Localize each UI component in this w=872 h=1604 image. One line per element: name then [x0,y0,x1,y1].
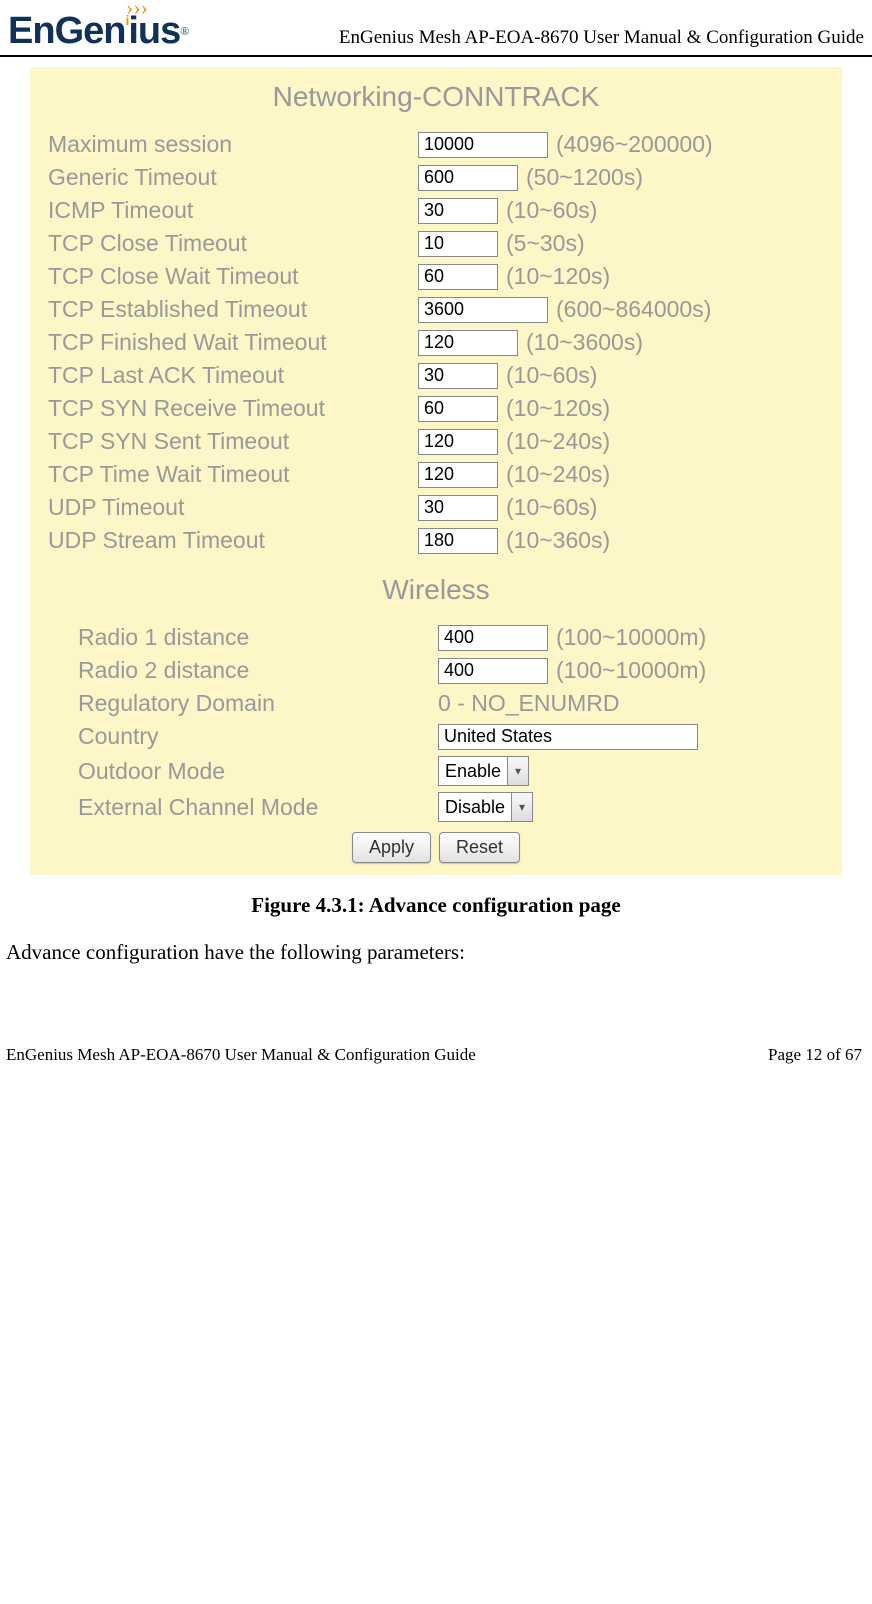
brand-logo: ››› EnGeniius® [8,10,189,53]
conntrack-input[interactable] [418,429,498,455]
conntrack-input[interactable] [418,231,498,257]
conntrack-label: TCP SYN Receive Timeout [48,395,418,422]
conntrack-input[interactable] [418,264,498,290]
conntrack-label: TCP SYN Sent Timeout [48,428,418,455]
conntrack-row: TCP SYN Sent Timeout (10~240s) [38,428,834,455]
conntrack-input[interactable] [418,297,548,323]
chevron-down-icon: ▾ [511,793,532,821]
conntrack-range: (10~120s) [506,395,610,422]
conntrack-range: (10~360s) [506,527,610,554]
figure-caption: Figure 4.3.1: Advance configuration page [0,893,872,918]
conntrack-range: (10~240s) [506,428,610,455]
conntrack-label: TCP Last ACK Timeout [48,362,418,389]
conntrack-row: Generic Timeout (50~1200s) [38,164,834,191]
radio1-range: (100~10000m) [556,624,706,651]
conntrack-row: TCP Close Wait Timeout (10~120s) [38,263,834,290]
reset-button[interactable]: Reset [439,832,520,863]
page-header: ››› EnGeniius® EnGenius Mesh AP-EOA-8670… [0,10,872,57]
conntrack-range: (4096~200000) [556,131,713,158]
config-panel: Networking-CONNTRACK Maximum session (409… [30,67,842,875]
conntrack-row: TCP Finished Wait Timeout (10~3600s) [38,329,834,356]
country-label: Country [48,723,438,750]
footer-left: EnGenius Mesh AP-EOA-8670 User Manual & … [6,1045,476,1065]
conntrack-range: (50~1200s) [526,164,643,191]
wifi-icon: ››› [126,4,148,12]
radio2-input[interactable] [438,658,548,684]
radio1-input[interactable] [438,625,548,651]
apply-button[interactable]: Apply [352,832,431,863]
chevron-down-icon: ▾ [507,757,528,785]
outdoor-select[interactable]: Enable ▾ [438,756,529,786]
conntrack-row: UDP Timeout (10~60s) [38,494,834,521]
logo-part-2: Gen [55,10,126,52]
conntrack-input[interactable] [418,132,548,158]
conntrack-rows: Maximum session (4096~200000) Generic Time… [38,131,834,554]
conntrack-row: Maximum session (4096~200000) [38,131,834,158]
page-footer: EnGenius Mesh AP-EOA-8670 User Manual & … [0,1045,872,1075]
conntrack-label: TCP Established Timeout [48,296,418,323]
body-text: Advance configuration have the following… [6,940,862,965]
conntrack-label: UDP Stream Timeout [48,527,418,554]
conntrack-row: TCP Established Timeout (600~864000s) [38,296,834,323]
conntrack-range: (5~30s) [506,230,585,257]
conntrack-input[interactable] [418,165,518,191]
conntrack-range: (10~120s) [506,263,610,290]
conntrack-label: TCP Close Timeout [48,230,418,257]
outdoor-label: Outdoor Mode [48,758,438,785]
conntrack-range: (10~60s) [506,362,597,389]
conntrack-row: TCP Last ACK Timeout (10~60s) [38,362,834,389]
conntrack-row: TCP Time Wait Timeout (10~240s) [38,461,834,488]
footer-right: Page 12 of 67 [768,1045,862,1065]
conntrack-label: TCP Close Wait Timeout [48,263,418,290]
conntrack-label: Generic Timeout [48,164,418,191]
conntrack-input[interactable] [418,330,518,356]
logo-part-1: En [8,10,55,52]
conntrack-input[interactable] [418,198,498,224]
conntrack-range: (10~240s) [506,461,610,488]
radio2-label: Radio 2 distance [48,657,438,684]
conntrack-range: (600~864000s) [556,296,711,323]
section-title-conntrack: Networking-CONNTRACK [38,81,834,113]
conntrack-row: TCP Close Timeout (5~30s) [38,230,834,257]
conntrack-row: ICMP Timeout (10~60s) [38,197,834,224]
conntrack-label: TCP Time Wait Timeout [48,461,418,488]
extchan-select-value: Disable [439,797,511,818]
conntrack-input[interactable] [418,363,498,389]
conntrack-label: TCP Finished Wait Timeout [48,329,418,356]
conntrack-input[interactable] [418,462,498,488]
header-title: EnGenius Mesh AP-EOA-8670 User Manual & … [339,27,864,53]
trademark: ® [180,24,189,39]
outdoor-select-value: Enable [439,761,507,782]
conntrack-input[interactable] [418,495,498,521]
conntrack-input[interactable] [418,528,498,554]
radio1-label: Radio 1 distance [48,624,438,651]
conntrack-label: ICMP Timeout [48,197,418,224]
extchan-label: External Channel Mode [48,794,438,821]
conntrack-input[interactable] [418,396,498,422]
regdom-value: 0 - NO_ENUMRD [438,690,619,717]
conntrack-label: UDP Timeout [48,494,418,521]
conntrack-range: (10~60s) [506,197,597,224]
conntrack-row: TCP SYN Receive Timeout (10~120s) [38,395,834,422]
country-input[interactable] [438,724,698,750]
conntrack-row: UDP Stream Timeout (10~360s) [38,527,834,554]
button-row: Apply Reset [38,832,834,863]
radio2-range: (100~10000m) [556,657,706,684]
conntrack-label: Maximum session [48,131,418,158]
section-title-wireless: Wireless [38,574,834,606]
conntrack-range: (10~60s) [506,494,597,521]
extchan-select[interactable]: Disable ▾ [438,792,533,822]
conntrack-range: (10~3600s) [526,329,643,356]
regdom-label: Regulatory Domain [48,690,438,717]
